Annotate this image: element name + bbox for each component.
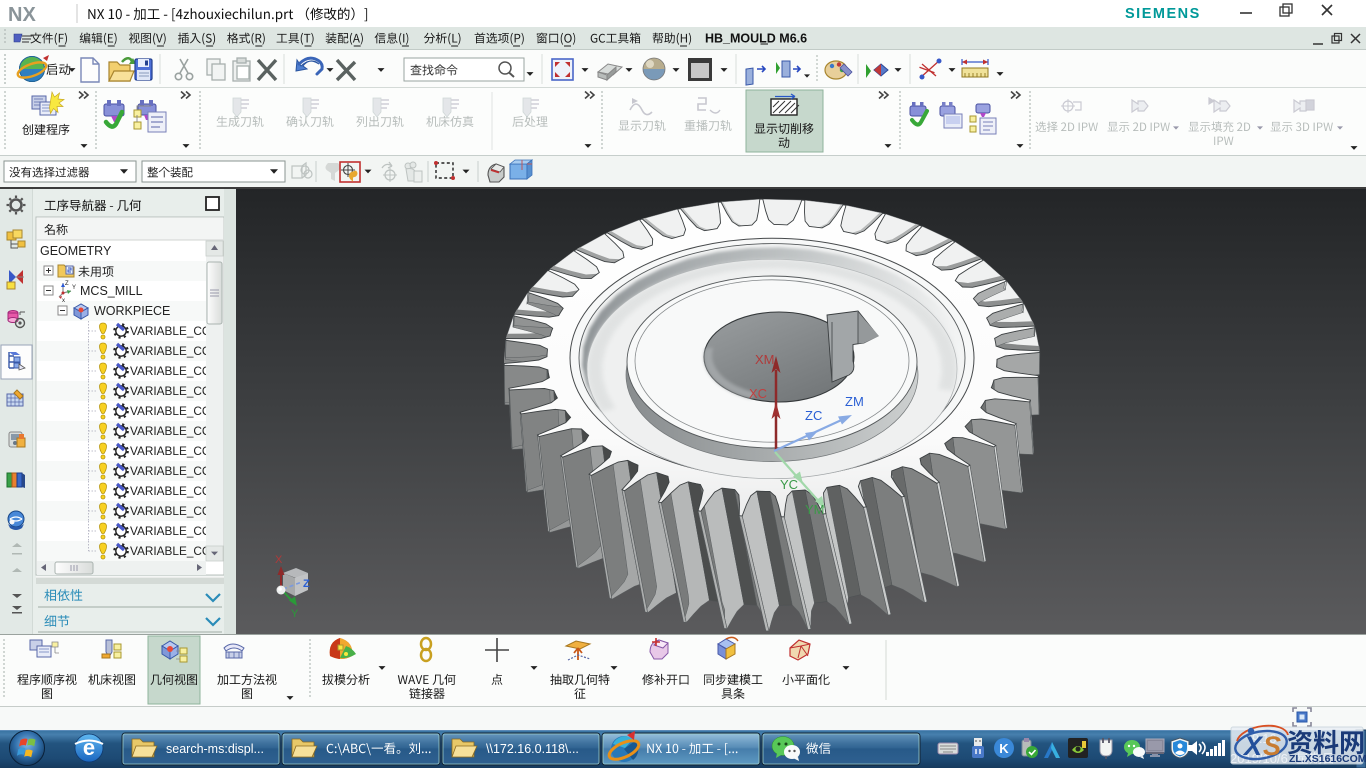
svg-text:X: X bbox=[1242, 731, 1264, 761]
svg-text:search-ms:displ...: search-ms:displ... bbox=[166, 742, 264, 756]
svg-text:VARIABLE_CC: VARIABLE_CC bbox=[130, 544, 211, 558]
svg-text:\\172.16.0.118\...: \\172.16.0.118\... bbox=[486, 742, 579, 756]
svg-text:MCS_MILL: MCS_MILL bbox=[80, 284, 143, 298]
svg-text:SIEMENS: SIEMENS bbox=[1125, 6, 1201, 22]
svg-text:VARIABLE_CC: VARIABLE_CC bbox=[130, 324, 211, 338]
svg-text:ZL.XS1616: ZL.XS1616 bbox=[1289, 753, 1342, 765]
svg-text:Z: Z bbox=[65, 281, 69, 287]
svg-text:S: S bbox=[1263, 731, 1281, 761]
svg-text:VARIABLE_CC: VARIABLE_CC bbox=[130, 524, 211, 538]
svg-text:XC: XC bbox=[749, 386, 767, 401]
svg-text:HB_MOULD M6.6: HB_MOULD M6.6 bbox=[705, 32, 807, 46]
svg-text:VARIABLE_CC: VARIABLE_CC bbox=[130, 424, 211, 438]
svg-text:VARIABLE_CC: VARIABLE_CC bbox=[130, 484, 211, 498]
svg-text:Z: Z bbox=[303, 578, 310, 590]
svg-text:VARIABLE_CC: VARIABLE_CC bbox=[130, 444, 211, 458]
svg-text:x: x bbox=[62, 298, 65, 304]
svg-text:NX: NX bbox=[8, 4, 36, 26]
svg-text:Y: Y bbox=[72, 285, 76, 291]
svg-text:X: X bbox=[275, 554, 283, 566]
svg-text:VARIABLE_CC: VARIABLE_CC bbox=[130, 384, 211, 398]
svg-text:VARIABLE_CC: VARIABLE_CC bbox=[130, 364, 211, 378]
svg-text:YM: YM bbox=[805, 502, 825, 517]
svg-text:WORKPIECE: WORKPIECE bbox=[94, 304, 170, 318]
svg-text:VARIABLE_CC: VARIABLE_CC bbox=[130, 404, 211, 418]
svg-text:VARIABLE_CC: VARIABLE_CC bbox=[130, 504, 211, 518]
svg-text:VARIABLE_CC: VARIABLE_CC bbox=[130, 344, 211, 358]
svg-text:GEOMETRY: GEOMETRY bbox=[40, 244, 112, 258]
svg-text:XM: XM bbox=[755, 352, 775, 367]
svg-text:Y: Y bbox=[291, 608, 299, 620]
svg-text:K: K bbox=[999, 741, 1009, 756]
svg-text:ZM: ZM bbox=[845, 394, 864, 409]
svg-text:e: e bbox=[83, 735, 95, 760]
svg-text:ZC: ZC bbox=[805, 408, 822, 423]
svg-text:COM: COM bbox=[1342, 753, 1366, 765]
svg-text:YC: YC bbox=[780, 477, 798, 492]
svg-text:VARIABLE_CC: VARIABLE_CC bbox=[130, 464, 211, 478]
